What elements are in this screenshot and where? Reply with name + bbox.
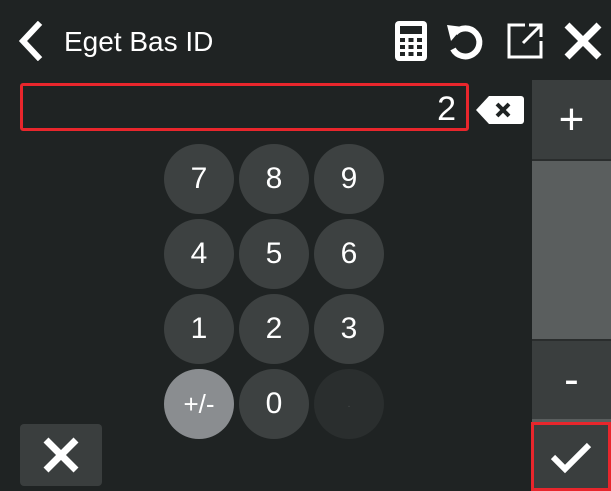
calculator-icon [395,21,427,61]
cancel-button[interactable] [20,424,102,486]
calculator-button[interactable] [386,16,436,66]
close-button[interactable] [558,16,608,66]
header-bar: Eget Bas ID [0,0,611,80]
popout-button[interactable] [500,16,550,66]
checkmark-icon [550,442,592,473]
value-input[interactable]: 2 [20,83,469,131]
key-2[interactable]: 2 [239,294,309,364]
close-icon [564,22,602,60]
key-7[interactable]: 7 [164,144,234,214]
backspace-button[interactable] [474,92,526,128]
decrement-button[interactable]: - [532,339,611,419]
key-4[interactable]: 4 [164,219,234,289]
backspace-icon [476,96,524,124]
confirm-button[interactable] [531,422,611,491]
chevron-left-icon [18,21,43,61]
key-decimal-disabled: . [314,369,384,439]
close-icon [43,437,79,473]
key-sign-toggle[interactable]: +/- [164,369,234,439]
key-6[interactable]: 6 [314,219,384,289]
key-3[interactable]: 3 [314,294,384,364]
page-title: Eget Bas ID [64,26,214,57]
back-button[interactable] [10,18,52,64]
external-link-icon [507,23,543,59]
increment-button[interactable]: + [532,80,611,161]
key-9[interactable]: 9 [314,144,384,214]
key-1[interactable]: 1 [164,294,234,364]
key-8[interactable]: 8 [239,144,309,214]
reset-button[interactable] [440,16,490,66]
value-text: 2 [437,90,456,128]
undo-icon [447,25,483,60]
key-5[interactable]: 5 [239,219,309,289]
key-0[interactable]: 0 [239,369,309,439]
